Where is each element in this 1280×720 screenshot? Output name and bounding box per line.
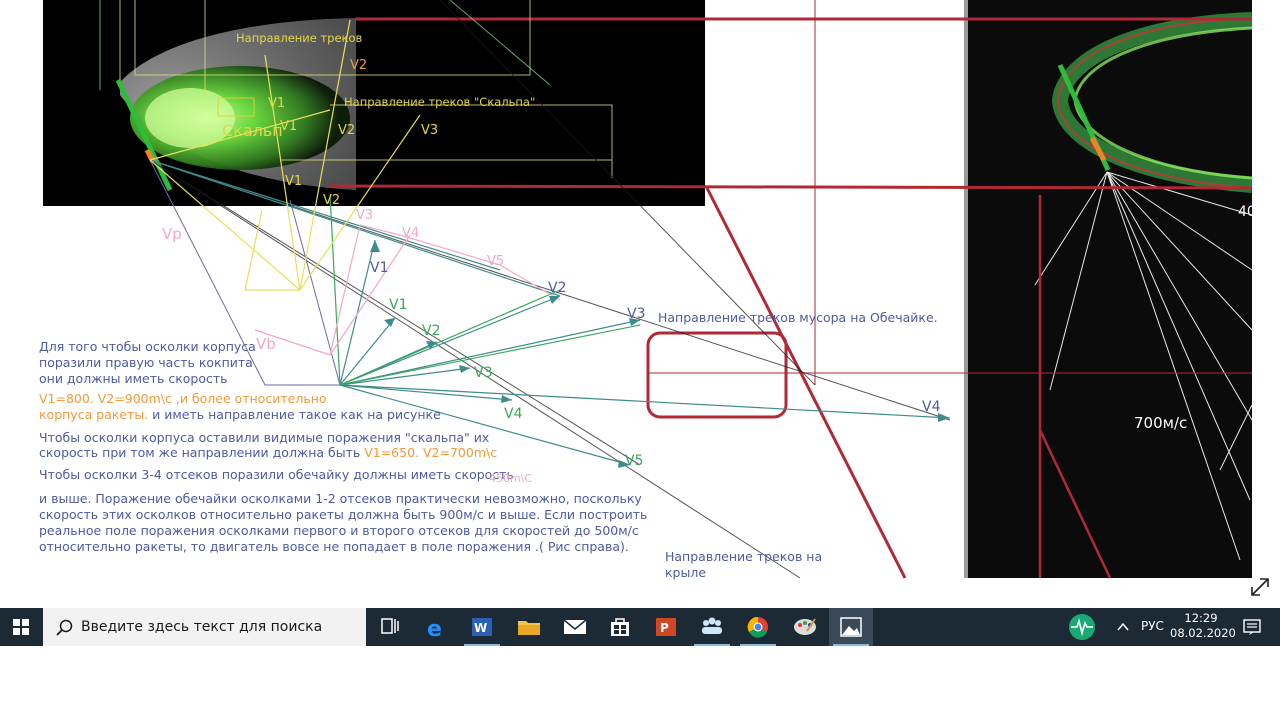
- label-v2-blue: V2: [548, 280, 567, 296]
- label-right-value-1: 40: [1238, 204, 1256, 220]
- label-v4-green: V4: [504, 406, 523, 422]
- task-view-icon[interactable]: [368, 608, 412, 646]
- note-p3-line1: Чтобы осколки 3-4 отсеков поразили обеча…: [39, 467, 514, 482]
- show-hidden-icons-chevron-icon[interactable]: [1112, 608, 1134, 646]
- clock-time: 12:29: [1184, 611, 1218, 625]
- note-p4-line3: реальное поле поражения осколками первог…: [39, 523, 639, 538]
- edge-icon[interactable]: e: [415, 608, 459, 646]
- note-p2-line2-orange: V1=650. V2=700m\c: [364, 445, 498, 460]
- note-p2-line1: Чтобы осколки корпуса оставили видимые п…: [39, 430, 490, 445]
- word-icon[interactable]: W: [460, 608, 504, 646]
- chrome-icon[interactable]: [736, 608, 780, 646]
- label-right-value-2: 700м/с: [1134, 414, 1188, 432]
- search-box[interactable]: Введите здесь текст для поиска: [43, 608, 366, 646]
- label-v1-a: V1: [268, 96, 286, 111]
- photos-icon[interactable]: [829, 608, 873, 646]
- start-button[interactable]: [0, 608, 42, 646]
- people-icon[interactable]: [690, 608, 734, 646]
- paint-icon[interactable]: [783, 608, 827, 646]
- note-p4-line1: и выше. Поражение обечайки осколками 1-2…: [39, 491, 642, 506]
- note-p4-line4: относительно ракеты, то двигатель вовсе …: [39, 539, 629, 554]
- svg-text:P: P: [660, 621, 669, 635]
- label-v3-blue: V3: [627, 306, 646, 322]
- label-v2-a: V2: [350, 58, 368, 73]
- label-v1-b: V1: [280, 119, 298, 134]
- note-p1-line5-rest: и иметь направление такое как на рисунке: [148, 407, 441, 422]
- mail-icon[interactable]: [553, 608, 597, 646]
- label-v3-green: V3: [474, 365, 493, 381]
- expand-icon[interactable]: [1248, 575, 1272, 599]
- windows-logo-icon: [13, 619, 29, 635]
- note-p3-pink: 450m\C: [489, 472, 533, 485]
- label-v1-green: V1: [389, 297, 408, 313]
- activity-monitor-icon[interactable]: [1060, 608, 1104, 646]
- label-v1-blue: V1: [370, 260, 389, 276]
- label-v5-green: V5: [625, 453, 644, 469]
- note-p1-line3: они должны иметь скорость: [39, 371, 228, 386]
- svg-text:e: e: [427, 617, 442, 642]
- clock-date: 08.02.2020: [1170, 626, 1236, 640]
- notifications-icon[interactable]: [1236, 608, 1280, 646]
- label-shell-debris-direction: Направление треков мусора на Обечайке.: [658, 310, 938, 325]
- label-wing-direction-2: крыле: [665, 565, 707, 580]
- label-wing-direction-1: Направление треков на: [665, 549, 823, 564]
- note-p1-line5-orange: корпуса ракеты.: [39, 407, 149, 422]
- search-icon: [56, 619, 73, 636]
- store-icon[interactable]: [598, 608, 642, 646]
- note-p4-line2: скорость этих осколков относительно раке…: [39, 507, 648, 522]
- note-p2-line2: скорость при том же направлении должна б…: [39, 445, 497, 461]
- label-track-direction: Направление треков: [236, 31, 363, 45]
- note-p1-line1: Для того чтобы осколки корпуса: [39, 339, 256, 354]
- label-v2-b: V2: [338, 123, 356, 138]
- note-p1-line4: V1=800. V2=900m\c ,и более относительно: [39, 391, 327, 406]
- note-p2-line2-text: скорость при том же направлении должна б…: [39, 445, 365, 460]
- label-v4-pink: V4: [402, 226, 420, 241]
- language-indicator[interactable]: РУС: [1141, 619, 1164, 633]
- file-explorer-icon[interactable]: [507, 608, 551, 646]
- label-v4-blue: V4: [922, 399, 941, 415]
- label-vp: Vp: [162, 225, 182, 243]
- clock[interactable]: 12:29 08.02.2020: [1170, 611, 1236, 641]
- svg-text:W: W: [474, 621, 487, 635]
- note-p1-line5: корпуса ракеты. и иметь направление тако…: [39, 407, 441, 423]
- taskbar: Введите здесь текст для поиска e W P РУС…: [0, 608, 1280, 646]
- right-photo-panel: [966, 0, 1252, 578]
- label-v2-c: V2: [323, 193, 341, 208]
- label-scalp: Скальп: [222, 121, 283, 140]
- label-v1-c: V1: [285, 174, 303, 189]
- search-placeholder: Введите здесь текст для поиска: [81, 619, 323, 635]
- label-v3-pink: V3: [356, 208, 374, 223]
- powerpoint-icon[interactable]: P: [644, 608, 688, 646]
- label-v2-green: V2: [422, 323, 441, 339]
- label-scalp-track-direction: Направление треков "Скальпа": [344, 95, 536, 109]
- label-v5-pink: V5: [487, 254, 505, 269]
- image-viewer-canvas: Направление треков Направление треков "С…: [0, 0, 1280, 605]
- note-p1-line2: поразили правую часть кокпита: [39, 355, 253, 370]
- label-vb: Vb: [256, 335, 276, 353]
- label-v3-a: V3: [421, 123, 439, 138]
